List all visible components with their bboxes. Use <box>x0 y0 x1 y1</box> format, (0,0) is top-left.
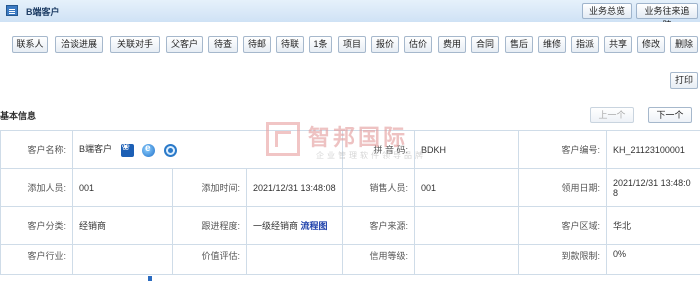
table-row: 客户行业: 价值评估: 信用等级: 到款限制: 0% <box>0 244 700 275</box>
customer-source-label: 客户来源: <box>342 206 416 245</box>
section-header: 基本信息 上一个 下一个 <box>0 104 700 126</box>
print-button[interactable]: 打印 <box>670 72 698 89</box>
customer-name-cell: B端客户 <box>71 130 344 169</box>
sales-person-value: 001 <box>414 168 520 207</box>
action-toolbar: 联系人 洽谈进展 关联对手 父客户 待查 待邮 待联 1条 项目 报价 估价 费… <box>0 22 700 100</box>
customer-code-value: KH_21123100001 <box>606 130 700 169</box>
table-row: 添加人员: 001 添加时间: 2021/12/31 13:48:08 销售人员… <box>0 168 700 207</box>
follow-level-value: 一级经销商 <box>253 221 299 231</box>
contacts-button[interactable]: 联系人 <box>12 36 48 53</box>
after-sales-button[interactable]: 售后 <box>505 36 533 53</box>
pending-check-button[interactable]: 待查 <box>208 36 238 53</box>
title-bar: B端客户 业务总览 业务往来追踪 <box>0 0 700 30</box>
related-competitors-button[interactable]: 关联对手 <box>110 36 160 53</box>
business-overview-button[interactable]: 业务总览 <box>582 3 632 19</box>
customer-category-label: 客户分类: <box>0 206 73 245</box>
adder-value: 001 <box>72 168 173 207</box>
section-title: 基本信息 <box>0 111 37 121</box>
project-button[interactable]: 项目 <box>338 36 366 53</box>
repair-button[interactable]: 维修 <box>538 36 566 53</box>
assign-button[interactable]: 指派 <box>571 36 599 53</box>
basic-info-table: 客户名称: B端客户 拼 音 码: BDKH 客户编号: KH_21123100… <box>0 130 700 275</box>
customer-category-value: 经销商 <box>72 206 173 245</box>
share-button[interactable]: 共享 <box>604 36 632 53</box>
credit-level-label: 信用等级: <box>342 244 416 275</box>
credit-level-value <box>414 244 520 275</box>
negotiation-progress-button[interactable]: 洽谈进展 <box>55 36 103 53</box>
customer-source-value <box>414 206 520 245</box>
contract-button[interactable]: 合同 <box>471 36 499 53</box>
business-tracking-button[interactable]: 业务往来追踪 <box>636 3 698 30</box>
quote-button[interactable]: 报价 <box>371 36 399 53</box>
claim-date-label: 领用日期: <box>518 168 608 207</box>
follow-level-label: 跟进程度: <box>172 206 247 245</box>
paw-icon[interactable] <box>120 142 134 157</box>
customer-industry-label: 客户行业: <box>0 244 73 275</box>
claim-date-value: 2021/12/31 13:48:08 <box>606 168 700 207</box>
search-engine-icon[interactable] <box>163 143 177 157</box>
table-row: 客户分类: 经销商 跟进程度: 一级经销商 流程图 客户来源: 客户区域: 华北 <box>0 206 700 245</box>
delete-button[interactable]: 删除 <box>670 36 698 53</box>
add-time-value: 2021/12/31 13:48:08 <box>245 168 344 207</box>
customer-industry-value <box>72 244 173 275</box>
one-item-button[interactable]: 1条 <box>309 36 332 53</box>
sales-person-label: 销售人员: <box>342 168 416 207</box>
follow-level-cell: 一级经销商 流程图 <box>245 206 344 245</box>
ie-icon[interactable] <box>142 143 156 157</box>
value-assessment-label: 价值评估: <box>172 244 247 275</box>
add-time-label: 添加时间: <box>172 168 247 207</box>
pending-mail-button[interactable]: 待邮 <box>243 36 271 53</box>
pinyin-value: BDKH <box>414 130 520 169</box>
value-assessment-value <box>245 244 344 275</box>
customer-name-value: B端客户 <box>79 144 113 155</box>
customer-region-value: 华北 <box>606 206 700 245</box>
customer-name-label: 客户名称: <box>0 130 73 169</box>
page-title: B端客户 <box>26 7 60 17</box>
customer-icon <box>6 5 18 16</box>
next-button[interactable]: 下一个 <box>648 107 692 123</box>
expense-button[interactable]: 费用 <box>438 36 466 53</box>
customer-code-label: 客户编号: <box>518 130 608 169</box>
previous-button[interactable]: 上一个 <box>590 107 634 123</box>
customer-region-label: 客户区域: <box>518 206 608 245</box>
table-row: 客户名称: B端客户 拼 音 码: BDKH 客户编号: KH_21123100… <box>0 130 700 169</box>
payment-limit-value: 0% <box>606 244 700 275</box>
flowchart-link[interactable]: 流程图 <box>301 221 328 231</box>
payment-limit-label: 到款限制: <box>518 244 608 275</box>
parent-customer-button[interactable]: 父客户 <box>166 36 203 53</box>
pending-contact-button[interactable]: 待联 <box>276 36 304 53</box>
scroll-indicator <box>148 276 152 281</box>
adder-label: 添加人员: <box>0 168 73 207</box>
pinyin-label: 拼 音 码: <box>342 130 416 169</box>
edit-button[interactable]: 修改 <box>637 36 665 53</box>
estimate-button[interactable]: 估价 <box>404 36 432 53</box>
